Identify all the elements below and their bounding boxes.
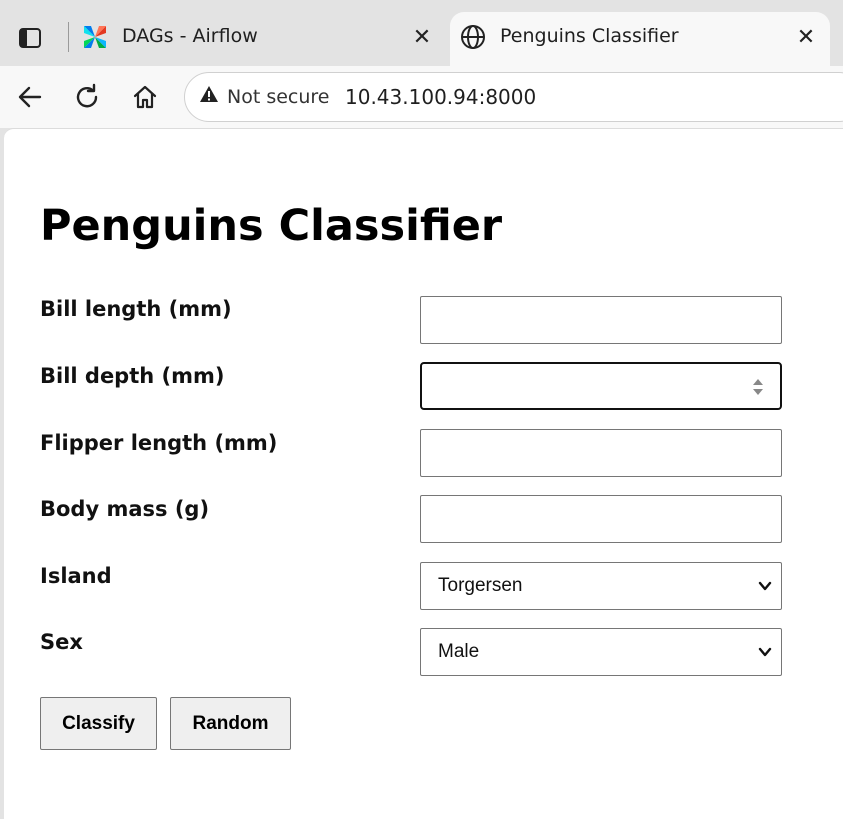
tab-strip: DAGs - Airflow ✕ Penguins Classifier ✕	[0, 0, 843, 66]
island-label: Island	[40, 564, 112, 588]
globe-icon	[460, 24, 486, 50]
browser-window: DAGs - Airflow ✕ Penguins Classifier ✕ N…	[0, 0, 843, 819]
bill-depth-input[interactable]	[420, 362, 782, 410]
reload-icon[interactable]	[70, 80, 104, 114]
number-spinner-icon[interactable]	[752, 377, 764, 397]
chevron-down-icon	[758, 581, 772, 591]
warning-icon	[199, 85, 219, 108]
close-icon[interactable]: ✕	[410, 25, 434, 50]
close-icon[interactable]: ✕	[794, 25, 818, 50]
sex-label: Sex	[40, 630, 83, 654]
page-title: Penguins Classifier	[40, 201, 503, 251]
browser-toolbar: Not secure 10.43.100.94:8000	[0, 66, 843, 128]
page-viewport: Penguins Classifier Bill length (mm) Bil…	[4, 128, 843, 819]
home-icon[interactable]	[128, 80, 162, 114]
tab-separator	[68, 22, 69, 52]
tab-title: Penguins Classifier	[500, 25, 679, 47]
bill-length-label: Bill length (mm)	[40, 297, 232, 321]
sex-selected-value: Male	[438, 641, 480, 662]
tab-actions-icon[interactable]	[10, 18, 50, 58]
bill-depth-label: Bill depth (mm)	[40, 364, 225, 388]
chevron-down-icon	[758, 647, 772, 657]
bill-length-input[interactable]	[420, 296, 782, 344]
random-button[interactable]: Random	[170, 697, 291, 750]
tab-title: DAGs - Airflow	[122, 25, 258, 47]
tab-penguins-classifier[interactable]: Penguins Classifier ✕	[450, 12, 830, 66]
url-text[interactable]: 10.43.100.94:8000	[345, 85, 536, 109]
body-mass-input[interactable]	[420, 495, 782, 543]
security-label: Not secure	[227, 85, 330, 108]
address-bar[interactable]: Not secure 10.43.100.94:8000	[184, 72, 843, 122]
tab-airflow[interactable]: DAGs - Airflow ✕	[72, 12, 446, 66]
security-indicator[interactable]: Not secure	[199, 85, 330, 108]
flipper-length-input[interactable]	[420, 429, 782, 477]
classify-button[interactable]: Classify	[40, 697, 157, 750]
flipper-length-label: Flipper length (mm)	[40, 431, 278, 455]
island-selected-value: Torgersen	[438, 575, 523, 596]
body-mass-label: Body mass (g)	[40, 497, 210, 521]
island-select[interactable]: Torgersen	[420, 562, 782, 610]
airflow-icon	[82, 24, 108, 50]
sex-select[interactable]: Male	[420, 628, 782, 676]
back-arrow-icon[interactable]	[13, 80, 47, 114]
